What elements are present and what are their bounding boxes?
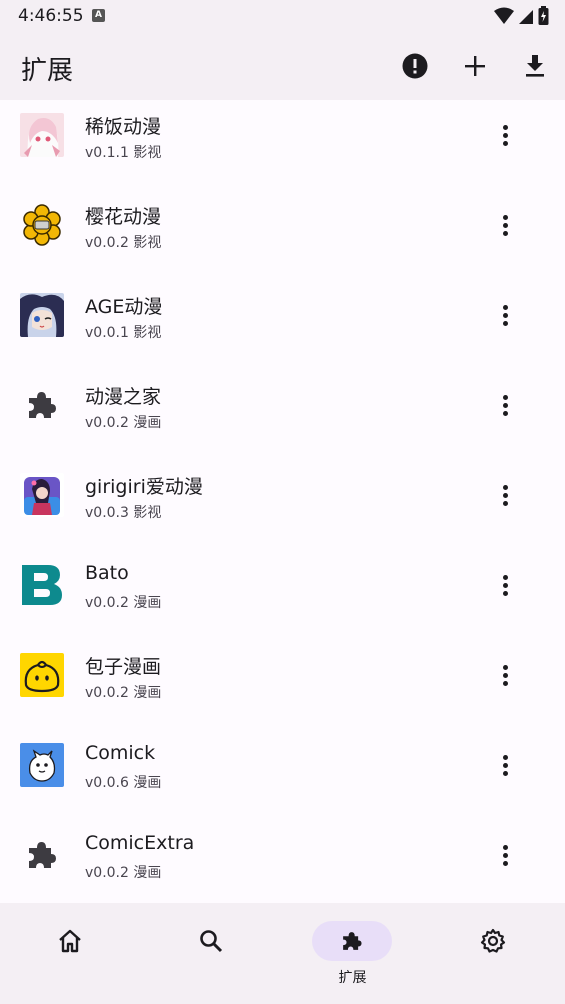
more-options-button[interactable]	[493, 120, 517, 150]
extension-logo-xifan	[20, 113, 64, 157]
plus-icon	[465, 56, 485, 76]
extension-list[interactable]: 稀饭动漫 v0.1.1 影视 樱花动漫 v0.0.2 影视 AGE动漫 v0.0…	[0, 100, 565, 903]
nav-search[interactable]	[141, 903, 282, 1004]
extension-item[interactable]: AGE动漫 v0.0.1 影视	[0, 280, 565, 370]
search-icon	[200, 930, 223, 953]
status-bar: 4:46:55 A	[0, 0, 565, 34]
extension-name: girigiri爱动漫	[85, 476, 203, 498]
keyboard-notification-icon: A	[92, 9, 105, 22]
more-options-button[interactable]	[493, 570, 517, 600]
status-time: 4:46:55	[18, 6, 84, 26]
extension-name: 包子漫画	[85, 656, 162, 678]
bottom-navigation: 扩展	[0, 903, 565, 1004]
more-options-button[interactable]	[493, 840, 517, 870]
more-options-button[interactable]	[493, 480, 517, 510]
extension-item[interactable]: 樱花动漫 v0.0.2 影视	[0, 190, 565, 280]
puzzle-icon	[20, 383, 64, 427]
extension-item[interactable]: Bato v0.0.2 漫画	[0, 550, 565, 640]
more-options-button[interactable]	[493, 300, 517, 330]
extension-name: AGE动漫	[85, 296, 163, 318]
signal-icon	[519, 10, 533, 24]
extension-name: 樱花动漫	[85, 206, 162, 228]
nav-search-indicator	[171, 921, 251, 961]
extension-item[interactable]: girigiri爱动漫 v0.0.3 影视	[0, 460, 565, 550]
extension-meta: v0.0.1 影视	[85, 325, 162, 341]
puzzle-icon	[20, 833, 64, 877]
nav-extensions-indicator	[312, 921, 392, 961]
download-button[interactable]	[520, 51, 550, 81]
nav-extensions[interactable]: 扩展	[282, 903, 423, 1004]
top-app-bar: 扩展	[0, 34, 565, 100]
add-button[interactable]	[460, 51, 490, 81]
extension-item[interactable]: 包子漫画 v0.0.2 漫画	[0, 640, 565, 730]
download-icon	[526, 55, 544, 77]
extension-meta: v0.0.3 影视	[85, 505, 162, 521]
home-icon	[59, 929, 81, 953]
nav-settings-indicator	[453, 921, 533, 961]
page-title: 扩展	[21, 56, 74, 86]
puzzle-icon	[343, 932, 362, 950]
gear-icon	[480, 928, 506, 953]
nav-settings[interactable]	[423, 903, 564, 1004]
extension-meta: v0.0.2 影视	[85, 235, 162, 251]
extension-logo-age	[20, 293, 64, 337]
extension-item[interactable]: 动漫之家 v0.0.2 漫画	[0, 370, 565, 460]
extension-logo-baozi	[20, 653, 64, 697]
extension-logo-bato	[20, 563, 64, 607]
extension-logo-girigiri	[20, 473, 64, 517]
extension-name: Comick	[85, 742, 156, 764]
extension-item[interactable]: Comick v0.0.6 漫画	[0, 730, 565, 820]
extension-meta: v0.0.2 漫画	[85, 865, 162, 881]
status-icons	[494, 6, 549, 26]
extension-item[interactable]: 稀饭动漫 v0.1.1 影视	[0, 100, 565, 190]
extension-meta: v0.0.2 漫画	[85, 595, 162, 611]
more-options-button[interactable]	[493, 210, 517, 240]
more-options-button[interactable]	[493, 660, 517, 690]
extension-meta: v0.0.6 漫画	[85, 775, 162, 791]
extension-meta: v0.1.1 影视	[85, 145, 162, 161]
nav-extensions-label: 扩展	[338, 970, 367, 986]
nav-home[interactable]	[0, 903, 141, 1004]
battery-icon	[538, 6, 549, 25]
extension-meta: v0.0.2 漫画	[85, 415, 162, 431]
more-options-button[interactable]	[493, 390, 517, 420]
more-options-button[interactable]	[493, 750, 517, 780]
alert-icon	[402, 53, 428, 79]
info-button[interactable]	[400, 51, 430, 81]
extension-meta: v0.0.2 漫画	[85, 685, 162, 701]
nav-home-indicator	[30, 921, 110, 961]
extension-name: 稀饭动漫	[85, 116, 162, 138]
extension-name: Bato	[85, 562, 129, 584]
extension-logo-comick	[20, 743, 64, 787]
extension-name: ComicExtra	[85, 832, 195, 854]
extension-logo-yinghua	[20, 203, 64, 247]
wifi-icon	[494, 7, 514, 24]
extension-item[interactable]: ComicExtra v0.0.2 漫画	[0, 820, 565, 903]
extension-name: 动漫之家	[85, 386, 162, 408]
